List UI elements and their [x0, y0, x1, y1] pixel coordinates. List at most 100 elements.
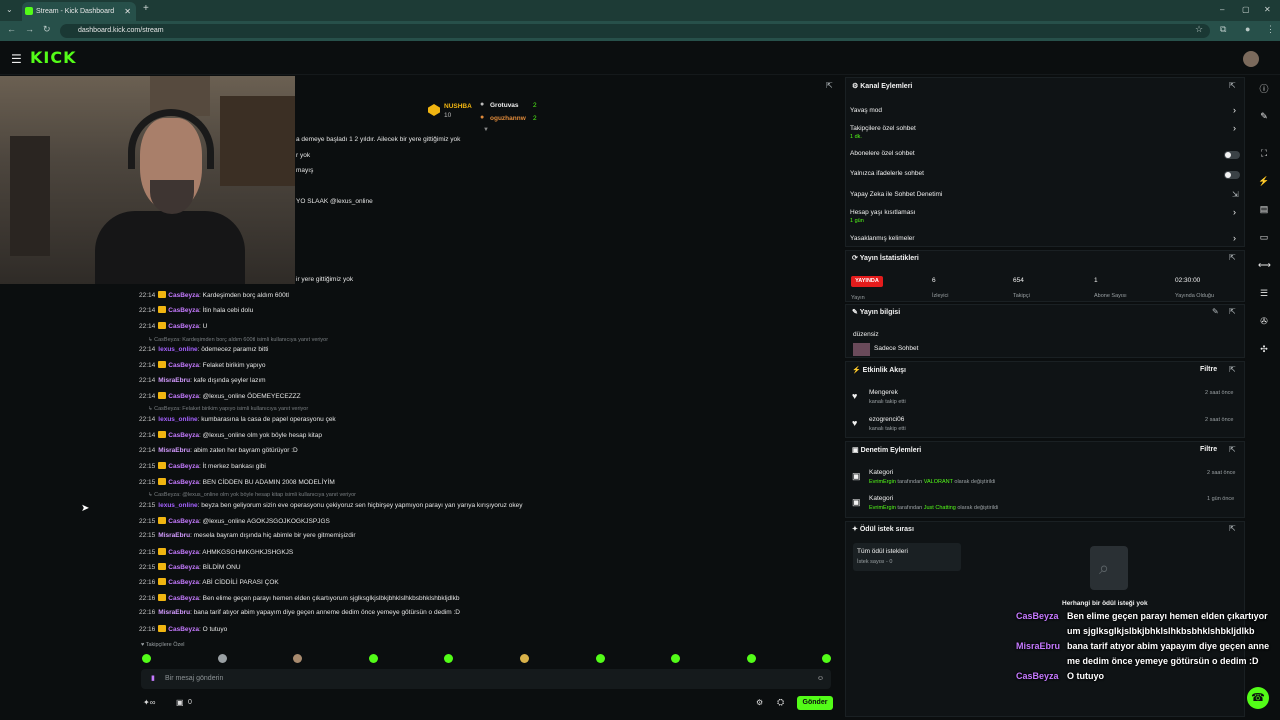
chat-mode-icon[interactable]: ✦∞: [143, 698, 155, 707]
send-button[interactable]: Gönder: [797, 696, 833, 710]
edit-pencil-icon[interactable]: ✎: [1212, 307, 1219, 316]
lightning-icon[interactable]: ⚡: [1258, 175, 1270, 187]
expand-icon[interactable]: ⛶: [1258, 147, 1270, 159]
external-link-icon[interactable]: ⇲: [1232, 190, 1239, 199]
emote-icon[interactable]: [293, 654, 302, 663]
stat-value: 1: [1094, 277, 1098, 284]
list-icon[interactable]: ☰: [1258, 287, 1270, 299]
mic-icon[interactable]: ▮: [151, 669, 155, 689]
browser-tab[interactable]: Stream - Kick Dashboard ✕: [22, 2, 136, 21]
emoji-icon[interactable]: ☺: [817, 669, 824, 689]
message-username[interactable]: CasBeyza: [168, 393, 199, 400]
message-username[interactable]: CasBeyza: [168, 463, 199, 470]
message-username[interactable]: lexus_online: [158, 416, 197, 423]
rewards-icon[interactable]: ⛭: [777, 697, 784, 708]
popout-icon[interactable]: ⇱: [1229, 253, 1236, 262]
wrench-icon[interactable]: ✇: [1258, 315, 1270, 327]
document-icon[interactable]: ▤: [1258, 203, 1270, 215]
message-username[interactable]: CasBeyza: [168, 479, 199, 486]
emote-icon[interactable]: [142, 654, 151, 663]
chat-bubble-icon[interactable]: ▭: [1258, 231, 1270, 243]
support-chat-button[interactable]: ☎: [1247, 687, 1269, 709]
extensions-icon[interactable]: ⧉: [1220, 24, 1226, 35]
popout-icon[interactable]: ⇱: [1229, 445, 1236, 454]
chevron-right-icon[interactable]: ›: [1233, 233, 1236, 243]
url-field[interactable]: dashboard.kick.com/stream: [60, 24, 1210, 38]
popout-icon[interactable]: ⇱: [1229, 81, 1236, 90]
popout-icon[interactable]: ⇱: [1229, 365, 1236, 374]
emote-icon[interactable]: [218, 654, 227, 663]
all-rewards-tab[interactable]: Tüm ödül istekleri İstek sayısı - 0: [853, 543, 961, 571]
channel-action-label[interactable]: Takipçilere özel sohbet: [850, 125, 916, 132]
emote-icon[interactable]: [822, 654, 831, 663]
chevron-right-icon[interactable]: ›: [1233, 123, 1236, 133]
message-username[interactable]: CasBeyza: [168, 518, 199, 525]
message-username[interactable]: CasBeyza: [168, 307, 199, 314]
popout-icon[interactable]: ⇱: [1229, 307, 1236, 316]
kick-logo[interactable]: KICK: [30, 48, 77, 67]
chevron-right-icon[interactable]: ›: [1233, 105, 1236, 115]
message-username[interactable]: MisraEbru: [158, 609, 190, 616]
expand-leaderboard-icon[interactable]: ▼: [483, 127, 489, 133]
chevron-right-icon[interactable]: ›: [1233, 207, 1236, 217]
apps-icon[interactable]: ✣: [1258, 343, 1270, 355]
close-window-icon[interactable]: ✕: [1264, 5, 1271, 14]
message-username[interactable]: CasBeyza: [168, 292, 199, 299]
emote-icon[interactable]: [747, 654, 756, 663]
channel-action-label[interactable]: Hesap yaşı kısıtlaması: [850, 209, 915, 216]
popout-icon[interactable]: ⇱: [1229, 524, 1236, 533]
minimize-icon[interactable]: –: [1220, 5, 1224, 14]
tab-list-icon[interactable]: ⌄: [6, 5, 13, 14]
message-username[interactable]: MisraEbru: [158, 447, 190, 454]
message-username[interactable]: MisraEbru: [158, 532, 190, 539]
moderator-name[interactable]: EvrimErgin: [869, 505, 896, 511]
chat-settings-icon[interactable]: ⚙: [756, 698, 763, 707]
message-username[interactable]: MisraEbru: [158, 377, 190, 384]
back-icon[interactable]: ←: [7, 24, 16, 34]
message-username[interactable]: CasBeyza: [168, 579, 199, 586]
channel-action-label[interactable]: Yapay Zeka ile Sohbet Denetimi: [850, 191, 942, 198]
emote-icon[interactable]: [596, 654, 605, 663]
message-username[interactable]: CasBeyza: [168, 564, 199, 571]
chat-input[interactable]: ▮ Bir mesaj gönderin ☺: [141, 669, 831, 689]
emote-icon[interactable]: [671, 654, 680, 663]
channel-action-label[interactable]: Yalnızca ifadelerle sohbet: [850, 170, 924, 177]
message-username[interactable]: CasBeyza: [168, 432, 199, 439]
chat-message: 22:14 CasBeyza: Felaket birikim yapıyo: [139, 361, 265, 369]
menu-dots-icon[interactable]: ⋮: [1266, 24, 1275, 35]
maximize-icon[interactable]: ▢: [1242, 5, 1250, 14]
message-username[interactable]: CasBeyza: [168, 626, 199, 633]
message-username[interactable]: lexus_online: [158, 346, 197, 353]
message-username[interactable]: CasBeyza: [168, 595, 199, 602]
emote-icon[interactable]: [369, 654, 378, 663]
bookmark-star-icon[interactable]: ☆: [1195, 24, 1203, 35]
channel-action-label[interactable]: Abonelere özel sohbet: [850, 150, 915, 157]
forward-icon[interactable]: →: [25, 24, 34, 34]
emote-icon[interactable]: [444, 654, 453, 663]
stats-icon[interactable]: ⟷: [1258, 259, 1271, 271]
activity-filter-button[interactable]: Filtre: [1200, 366, 1217, 373]
moderator-name[interactable]: EvrimErgin: [869, 479, 896, 485]
message-username[interactable]: CasBeyza: [168, 549, 199, 556]
activity-name[interactable]: Mengerek: [869, 389, 898, 396]
new-tab-button[interactable]: +: [143, 3, 149, 14]
user-avatar[interactable]: [1243, 51, 1259, 67]
popout-chat-icon[interactable]: ⇱: [826, 81, 833, 90]
moderation-filter-button[interactable]: Filtre: [1200, 446, 1217, 453]
message-username[interactable]: CasBeyza: [168, 323, 199, 330]
hamburger-menu-icon[interactable]: ☰: [11, 52, 22, 66]
reload-icon[interactable]: ↻: [43, 24, 51, 35]
toggle-switch[interactable]: [1224, 171, 1240, 179]
channel-action-label[interactable]: Yasaklanmış kelimeler: [850, 235, 915, 242]
close-tab-icon[interactable]: ✕: [124, 2, 131, 21]
pencil-icon[interactable]: ✎: [1258, 110, 1270, 122]
message-username[interactable]: lexus_online: [158, 502, 197, 509]
channel-action-label[interactable]: Yavaş mod: [850, 107, 882, 114]
activity-name[interactable]: ezogrenci06: [869, 416, 904, 423]
emote-icon[interactable]: [520, 654, 529, 663]
profile-icon[interactable]: ●: [1245, 24, 1250, 34]
message-username[interactable]: CasBeyza: [168, 362, 199, 369]
subscriber-badge-icon: [158, 548, 167, 555]
toggle-switch[interactable]: [1224, 151, 1240, 159]
info-icon[interactable]: ⓘ: [1258, 83, 1270, 95]
